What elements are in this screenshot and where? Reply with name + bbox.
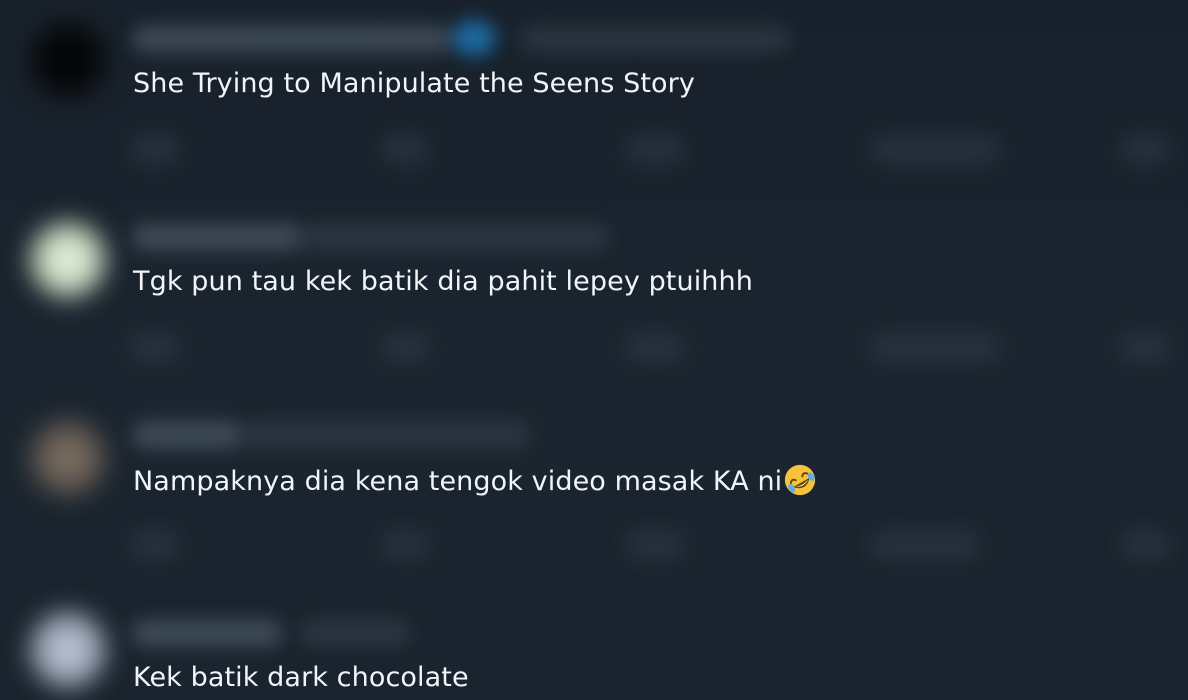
share-action-icon[interactable] xyxy=(1120,134,1170,164)
like-action-icon[interactable] xyxy=(625,332,685,362)
avatar[interactable] xyxy=(28,220,108,300)
reply-item[interactable]: Tgk pun tau kek batik dia pahit lepey pt… xyxy=(0,198,1188,396)
user-handle-blurred xyxy=(520,26,790,52)
repost-action-icon[interactable] xyxy=(380,332,430,362)
avatar[interactable] xyxy=(28,610,108,690)
views-action-icon[interactable] xyxy=(870,332,1000,362)
reply-action-icon[interactable] xyxy=(130,530,180,560)
reply-actions xyxy=(120,134,1180,174)
rolling-on-floor-laughing-icon xyxy=(785,464,816,496)
verified-badge-icon xyxy=(452,20,496,56)
reply-text: Kek batik dark chocolate xyxy=(133,662,469,693)
like-action-icon[interactable] xyxy=(625,134,685,164)
user-handle-blurred xyxy=(240,422,530,448)
reply-item[interactable]: Nampaknya dia kena tengok video masak KA… xyxy=(0,396,1188,594)
user-handle-blurred xyxy=(300,224,610,250)
avatar[interactable] xyxy=(28,418,108,498)
reply-text: Tgk pun tau kek batik dia pahit lepey pt… xyxy=(133,266,753,297)
reply-item[interactable]: She Trying to Manipulate the Seens Story xyxy=(0,0,1188,198)
views-action-icon[interactable] xyxy=(870,134,1000,164)
views-action-icon[interactable] xyxy=(870,530,980,560)
reply-text-content: Nampaknya dia kena tengok video masak KA… xyxy=(133,466,783,497)
reply-item[interactable]: Kek batik dark chocolate xyxy=(0,594,1188,700)
reply-thread: She Trying to Manipulate the Seens Story… xyxy=(0,0,1188,700)
user-name-blurred[interactable] xyxy=(132,422,242,448)
reply-actions xyxy=(120,530,1180,570)
avatar[interactable] xyxy=(28,20,108,100)
reply-text: She Trying to Manipulate the Seens Story xyxy=(133,68,695,99)
share-action-icon[interactable] xyxy=(1120,332,1170,362)
repost-action-icon[interactable] xyxy=(380,530,430,560)
repost-action-icon[interactable] xyxy=(380,134,430,164)
reply-actions xyxy=(120,332,1180,372)
like-action-icon[interactable] xyxy=(625,530,685,560)
reply-action-icon[interactable] xyxy=(130,134,180,164)
user-handle-blurred xyxy=(300,620,410,646)
share-action-icon[interactable] xyxy=(1120,530,1170,560)
user-name-blurred[interactable] xyxy=(132,26,452,52)
user-name-blurred[interactable] xyxy=(132,224,302,250)
user-name-blurred[interactable] xyxy=(132,620,282,646)
reply-action-icon[interactable] xyxy=(130,332,180,362)
reply-text: Nampaknya dia kena tengok video masak KA… xyxy=(133,463,817,499)
